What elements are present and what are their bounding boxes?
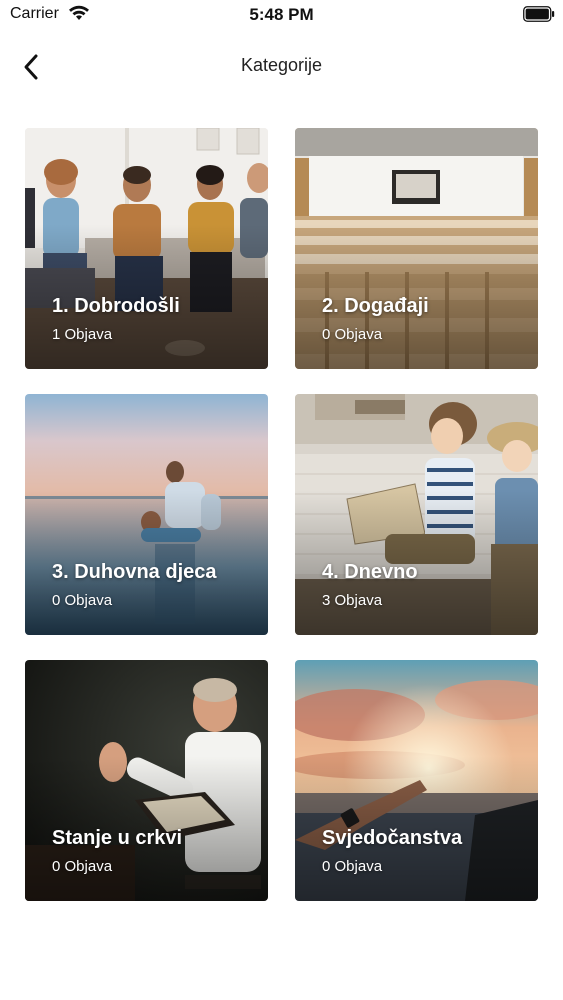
- category-card-svjedocanstva[interactable]: Svjedočanstva 0 Objava: [295, 660, 538, 901]
- category-title: 2. Događaji: [322, 295, 429, 317]
- post-count: 3 Objava: [322, 592, 383, 609]
- category-title: Svjedočanstva: [322, 827, 463, 849]
- category-card-dnevno[interactable]: 4. Dnevno 3 Objava: [295, 394, 538, 635]
- category-card-stanje-u-crkvi[interactable]: Stanje u crkvi 0 Objava: [25, 660, 268, 901]
- page-title: Kategorije: [240, 55, 323, 75]
- navigation-bar: Kategorije: [0, 40, 563, 92]
- category-card-duhovna-djeca[interactable]: 3. Duhovna djeca 0 Objava: [25, 394, 268, 635]
- category-title: 3. Duhovna djeca: [52, 561, 217, 583]
- post-count: 0 Objava: [322, 326, 383, 343]
- post-count: 0 Objava: [52, 592, 113, 609]
- category-card-dobrodosli[interactable]: 1. Dobrodošli 1 Objava: [25, 128, 268, 369]
- category-title: 1. Dobrodošli: [52, 295, 180, 317]
- post-count: 1 Objava: [52, 326, 113, 343]
- post-count: 0 Objava: [52, 858, 113, 875]
- category-title: Stanje u crkvi: [52, 827, 183, 849]
- status-bar: Carrier 5:48 PM: [0, 0, 563, 30]
- post-count: 0 Objava: [322, 858, 383, 875]
- category-title: 4. Dnevno: [322, 561, 418, 583]
- battery-icon: [523, 6, 555, 22]
- category-card-dogadaji[interactable]: 2. Događaji 0 Objava: [295, 128, 538, 369]
- clock: 5:48 PM: [249, 5, 314, 24]
